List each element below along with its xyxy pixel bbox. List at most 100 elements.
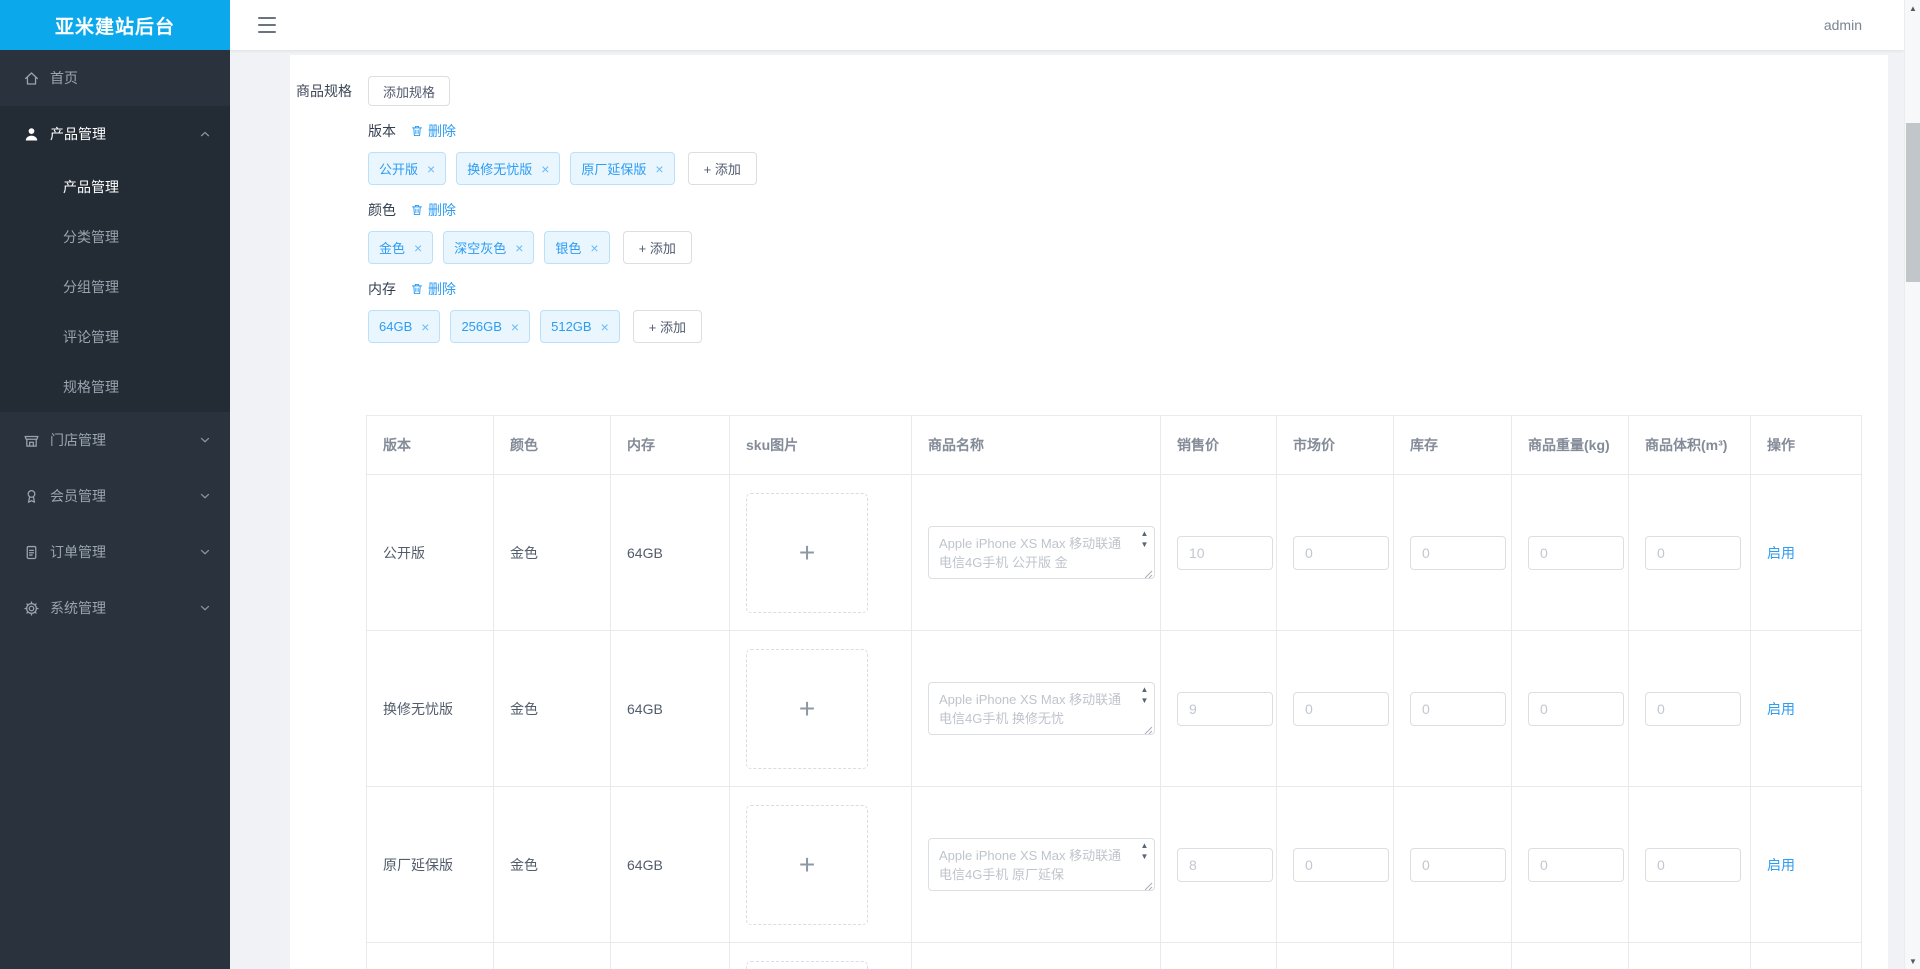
window-scrollbar[interactable]: ▲ ▼: [1904, 0, 1920, 969]
order-icon: [22, 543, 40, 561]
textarea-scrollbar[interactable]: ▲ ▼: [1137, 840, 1152, 862]
scroll-down-arrow-icon[interactable]: ▼: [1905, 953, 1920, 969]
sidebar-item-order-management[interactable]: 订单管理: [0, 524, 230, 580]
sidebar-subitem-spec-management[interactable]: 规格管理: [0, 362, 230, 412]
cell-color: [493, 942, 611, 969]
spec-group-name: 版本: [368, 123, 396, 139]
enable-link[interactable]: 启用: [1767, 545, 1795, 561]
volume-input[interactable]: [1645, 691, 1741, 726]
market-price-input[interactable]: [1293, 691, 1389, 726]
content-card: 商品规格 添加规格 版本 删除 公开版 × 换修无忧版 × 原厂延保版 × + 添加: [290, 55, 1888, 969]
sidebar-subitem-group-management[interactable]: 分组管理: [0, 262, 230, 312]
resize-grip-icon[interactable]: [1142, 878, 1153, 890]
textarea-scrollbar[interactable]: ▲ ▼: [1137, 528, 1152, 550]
sale-price-input[interactable]: [1177, 691, 1273, 726]
stock-input[interactable]: [1410, 535, 1506, 570]
scrollbar-thumb[interactable]: [1906, 123, 1920, 282]
store-icon: [22, 431, 40, 449]
add-spec-value-button[interactable]: + 添加: [632, 310, 702, 343]
market-price-input[interactable]: [1293, 847, 1389, 882]
top-header: admin: [230, 0, 1904, 50]
sidebar-item-label: 门店管理: [50, 432, 106, 448]
delete-spec-link[interactable]: 删除: [410, 200, 456, 220]
spec-value-tag[interactable]: 原厂延保版 ×: [570, 152, 675, 185]
resize-grip-icon[interactable]: [1142, 722, 1153, 734]
sidebar-item-label: 系统管理: [50, 600, 106, 616]
sku-image-upload[interactable]: +: [746, 960, 868, 969]
spec-value-tag[interactable]: 256GB ×: [450, 310, 531, 343]
hamburger-menu-icon[interactable]: [258, 17, 276, 33]
user-icon: [22, 125, 40, 143]
close-icon[interactable]: ×: [515, 241, 523, 255]
weight-input[interactable]: [1528, 691, 1624, 726]
product-name-textarea[interactable]: Apple iPhone XS Max 移动联通电信4G手机 换修无忧 ▲ ▼: [928, 682, 1155, 735]
sale-price-input[interactable]: [1177, 847, 1273, 882]
resize-grip-icon[interactable]: [1142, 566, 1153, 578]
col-header-action: 操作: [1750, 415, 1862, 475]
spec-value-tag[interactable]: 64GB ×: [368, 310, 441, 343]
close-icon[interactable]: ×: [655, 162, 663, 176]
close-icon[interactable]: ×: [427, 162, 435, 176]
user-menu[interactable]: admin: [1824, 0, 1862, 50]
weight-input[interactable]: [1528, 535, 1624, 570]
enable-link[interactable]: 启用: [1767, 857, 1795, 873]
add-spec-value-button[interactable]: + 添加: [687, 152, 757, 185]
enable-link[interactable]: 启用: [1767, 701, 1795, 717]
close-icon[interactable]: ×: [421, 320, 429, 334]
sidebar-item-label: 首页: [50, 70, 78, 86]
sidebar-item-label: 订单管理: [50, 544, 106, 560]
volume-input[interactable]: [1645, 847, 1741, 882]
trash-icon: [411, 125, 423, 137]
close-icon[interactable]: ×: [414, 241, 422, 255]
spec-group-name: 颜色: [368, 202, 396, 218]
spec-value-tag[interactable]: 金色 ×: [368, 231, 434, 264]
scroll-up-arrow-icon[interactable]: ▲: [1905, 0, 1920, 16]
home-icon: [22, 69, 40, 87]
weight-input[interactable]: [1528, 847, 1624, 882]
chevron-up-icon: [198, 127, 212, 141]
close-icon[interactable]: ×: [541, 162, 549, 176]
spec-value-tag[interactable]: 深空灰色 ×: [443, 231, 535, 264]
spec-value-tag[interactable]: 公开版 ×: [368, 152, 447, 185]
col-header-color: 颜色: [493, 415, 611, 475]
sidebar-item-store-management[interactable]: 门店管理: [0, 412, 230, 468]
close-icon[interactable]: ×: [601, 320, 609, 334]
add-spec-value-button[interactable]: + 添加: [622, 231, 692, 264]
spec-value-tag[interactable]: 银色 ×: [544, 231, 610, 264]
sale-price-input[interactable]: [1177, 535, 1273, 570]
col-header-stock: 库存: [1393, 415, 1512, 475]
trash-icon: [411, 283, 423, 295]
sidebar-subitem-category-management[interactable]: 分类管理: [0, 212, 230, 262]
sidebar-item-home[interactable]: 首页: [0, 50, 230, 106]
spec-section-label: 商品规格: [296, 83, 352, 99]
stock-input[interactable]: [1410, 847, 1506, 882]
product-name-textarea[interactable]: Apple iPhone XS Max 移动联通电信4G手机 公开版 金 ▲ ▼: [928, 526, 1155, 579]
col-header-memory: 内存: [610, 415, 730, 475]
market-price-input[interactable]: [1293, 535, 1389, 570]
add-spec-button[interactable]: 添加规格: [368, 76, 451, 106]
sku-image-upload[interactable]: +: [746, 648, 868, 769]
close-icon[interactable]: ×: [511, 320, 519, 334]
sidebar-subitem-comment-management[interactable]: 评论管理: [0, 312, 230, 362]
cell-color: 金色: [493, 630, 611, 787]
delete-spec-link[interactable]: 删除: [410, 121, 456, 141]
sku-image-upload[interactable]: +: [746, 492, 868, 613]
col-header-version: 版本: [366, 415, 494, 475]
volume-input[interactable]: [1645, 535, 1741, 570]
textarea-scrollbar[interactable]: ▲ ▼: [1137, 684, 1152, 706]
delete-spec-link[interactable]: 删除: [410, 279, 456, 299]
spec-value-tag[interactable]: 512GB ×: [540, 310, 620, 343]
sidebar-item-label: 会员管理: [50, 488, 106, 504]
member-icon: [22, 487, 40, 505]
brand-title: 亚米建站后台: [0, 0, 230, 50]
sidebar-item-product-management[interactable]: 产品管理: [0, 106, 230, 162]
spec-value-tag[interactable]: 换修无忧版 ×: [456, 152, 561, 185]
stock-input[interactable]: [1410, 691, 1506, 726]
sidebar-item-system-management[interactable]: 系统管理: [0, 580, 230, 636]
cell-version: [366, 942, 494, 969]
sidebar-item-member-management[interactable]: 会员管理: [0, 468, 230, 524]
sku-image-upload[interactable]: +: [746, 804, 868, 925]
sidebar-subitem-product-management[interactable]: 产品管理: [0, 162, 230, 212]
close-icon[interactable]: ×: [590, 241, 598, 255]
product-name-textarea[interactable]: Apple iPhone XS Max 移动联通电信4G手机 原厂延保 ▲ ▼: [928, 838, 1155, 891]
